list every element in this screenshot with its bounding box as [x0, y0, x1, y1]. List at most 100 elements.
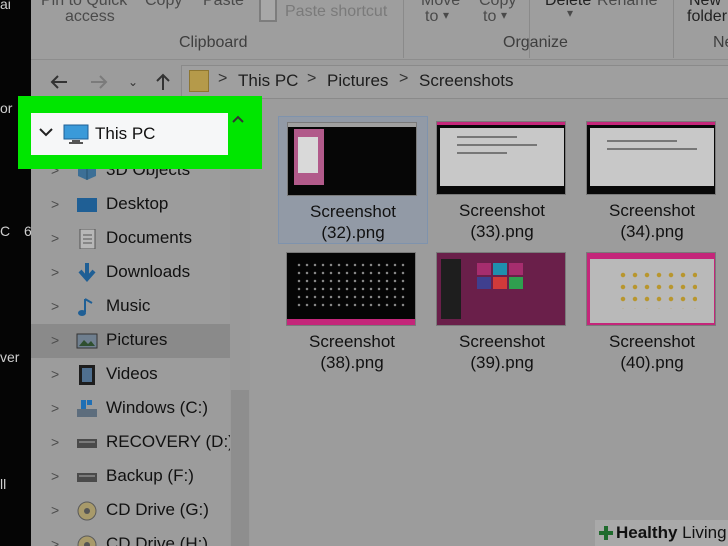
ribbon-divider — [403, 0, 404, 58]
move-to-label: to — [425, 8, 439, 25]
desktop-text-fragment: 6 — [24, 223, 31, 239]
desktop-text-fragment: ll — [0, 476, 7, 492]
file-thumbnail — [436, 252, 566, 326]
desktop-background: ai or C 6 ver ll — [0, 0, 31, 546]
nav-item-label: Music — [106, 296, 151, 315]
desktop-text-fragment: or — [0, 100, 13, 116]
nav-item-cd-drive-h[interactable]: > CD Drive (H:) — [31, 528, 230, 546]
expand-chevron-icon[interactable]: > — [51, 196, 59, 212]
nav-pane-scrollbar-thumb[interactable] — [231, 390, 249, 546]
file-item[interactable]: Screenshot (34).png — [578, 116, 728, 244]
windows-drive-icon — [77, 400, 97, 417]
expand-chevron-icon[interactable]: > — [51, 434, 59, 450]
file-thumbnail — [586, 252, 716, 326]
chevron-down-icon: ⌄ — [127, 75, 139, 89]
file-thumbnail — [286, 252, 416, 326]
expand-chevron-icon[interactable]: > — [51, 366, 59, 382]
expand-chevron-icon[interactable]: > — [51, 264, 59, 280]
file-item[interactable]: Screenshot (33).png — [428, 116, 578, 244]
desktop-text-fragment: C — [0, 223, 11, 239]
file-name: Screenshot (32).png — [310, 202, 396, 242]
expand-chevron-icon[interactable]: > — [51, 332, 59, 348]
breadcrumb-separator: > — [307, 70, 317, 87]
nav-item-pictures[interactable]: > Pictures — [31, 324, 230, 358]
nav-item-recovery-d[interactable]: > RECOVERY (D:) — [31, 426, 234, 460]
expand-chevron-icon[interactable]: > — [51, 468, 59, 484]
file-thumbnail — [287, 122, 417, 196]
music-icon — [78, 298, 93, 316]
file-list-pane: Screenshot(32).png Screenshot(33).png — [278, 104, 728, 546]
file-name: Screenshot (38).png — [309, 332, 395, 372]
up-button[interactable] — [151, 69, 175, 95]
paste-shortcut-button[interactable]: Paste shortcut — [285, 3, 387, 21]
paste-button[interactable]: Paste — [203, 0, 244, 10]
file-name: Screenshot (39).png — [459, 332, 545, 372]
file-thumbnail — [436, 121, 566, 195]
nav-item-desktop[interactable]: > Desktop — [31, 188, 230, 222]
file-item[interactable]: Screenshot (32).png — [278, 116, 428, 244]
clipboard-group-label: Clipboard — [179, 34, 248, 51]
expand-chevron-icon[interactable]: > — [51, 536, 59, 546]
back-button[interactable] — [47, 69, 71, 95]
new-folder-label: folder — [687, 8, 728, 25]
scroll-up-icon[interactable] — [232, 110, 244, 128]
nav-item-documents[interactable]: > Documents — [31, 222, 230, 256]
desktop-text-fragment: ver — [0, 349, 20, 365]
nav-item-label: CD Drive (G:) — [106, 500, 209, 519]
this-pc-icon — [63, 124, 89, 144]
copy-to-label: to — [483, 8, 497, 25]
file-item[interactable]: Screenshot (38).png — [278, 247, 428, 375]
breadcrumb-this-pc[interactable]: This PC — [238, 71, 298, 91]
healthy-living-watermark: Healthy Living — [595, 520, 728, 546]
nav-item-windows-c[interactable]: > Windows (C:) — [31, 392, 230, 426]
recent-locations-button[interactable]: ⌄ — [121, 69, 145, 95]
file-name: Screenshot (40).png — [609, 332, 695, 372]
cd-drive-icon — [77, 535, 97, 546]
desktop-icon — [77, 198, 97, 212]
nav-item-label: Windows (C:) — [106, 398, 209, 417]
collapse-chevron-icon[interactable] — [39, 124, 53, 141]
nav-item-label: Downloads — [106, 262, 191, 281]
nav-item-backup-f[interactable]: > Backup (F:) — [31, 460, 230, 494]
expand-chevron-icon[interactable]: > — [51, 298, 59, 314]
cd-drive-icon — [77, 501, 97, 521]
nav-item-label: RECOVERY (D:) — [106, 432, 234, 451]
move-to-dropdown-icon[interactable]: ▾ — [443, 8, 449, 22]
watermark-text: Healthy Living — [616, 523, 727, 542]
nav-item-label: Pictures — [106, 330, 168, 349]
forward-arrow-icon — [91, 75, 108, 89]
new-group-label: Ne — [713, 34, 728, 51]
paste-shortcut-icon — [259, 0, 277, 22]
drive-icon — [77, 439, 97, 448]
back-arrow-icon — [50, 75, 67, 89]
nav-item-cd-drive-g[interactable]: > CD Drive (G:) — [31, 494, 230, 528]
breadcrumb-separator: > — [218, 70, 228, 87]
nav-item-label: Backup (F:) — [106, 466, 194, 485]
organize-group-label: Organize — [503, 34, 568, 51]
ribbon: Pin to Quick access Copy Paste Paste sho… — [31, 0, 728, 60]
desktop-text-fragment: ai — [0, 0, 11, 12]
pin-to-quick-access-label: access — [65, 8, 115, 25]
delete-dropdown-icon[interactable]: ▾ — [567, 6, 573, 20]
breadcrumb-pictures[interactable]: Pictures — [327, 71, 388, 91]
file-item[interactable]: Screenshot (40).png — [578, 247, 728, 375]
this-pc-label: This PC — [95, 124, 156, 143]
nav-item-label: Videos — [106, 364, 158, 383]
videos-icon — [79, 365, 95, 385]
navigation-pane: > 3D Objects > Desktop > Documents > Dow… — [31, 104, 250, 546]
nav-item-music[interactable]: > Music — [31, 290, 230, 324]
nav-item-downloads[interactable]: > Downloads — [31, 256, 230, 290]
forward-button[interactable] — [87, 69, 111, 95]
file-explorer-window: Pin to Quick access Copy Paste Paste sho… — [31, 0, 728, 546]
nav-item-videos[interactable]: > Videos — [31, 358, 230, 392]
rename-button[interactable]: Rename — [597, 0, 657, 10]
expand-chevron-icon[interactable]: > — [51, 502, 59, 518]
expand-chevron-icon[interactable]: > — [51, 230, 59, 246]
copy-to-dropdown-icon[interactable]: ▾ — [501, 8, 507, 22]
breadcrumb-separator: > — [399, 70, 409, 87]
file-item[interactable]: Screenshot (39).png — [428, 247, 578, 375]
copy-button[interactable]: Copy — [145, 0, 182, 10]
breadcrumb-screenshots[interactable]: Screenshots — [419, 71, 514, 91]
expand-chevron-icon[interactable]: > — [51, 400, 59, 416]
nav-item-label: CD Drive (H:) — [106, 534, 208, 546]
